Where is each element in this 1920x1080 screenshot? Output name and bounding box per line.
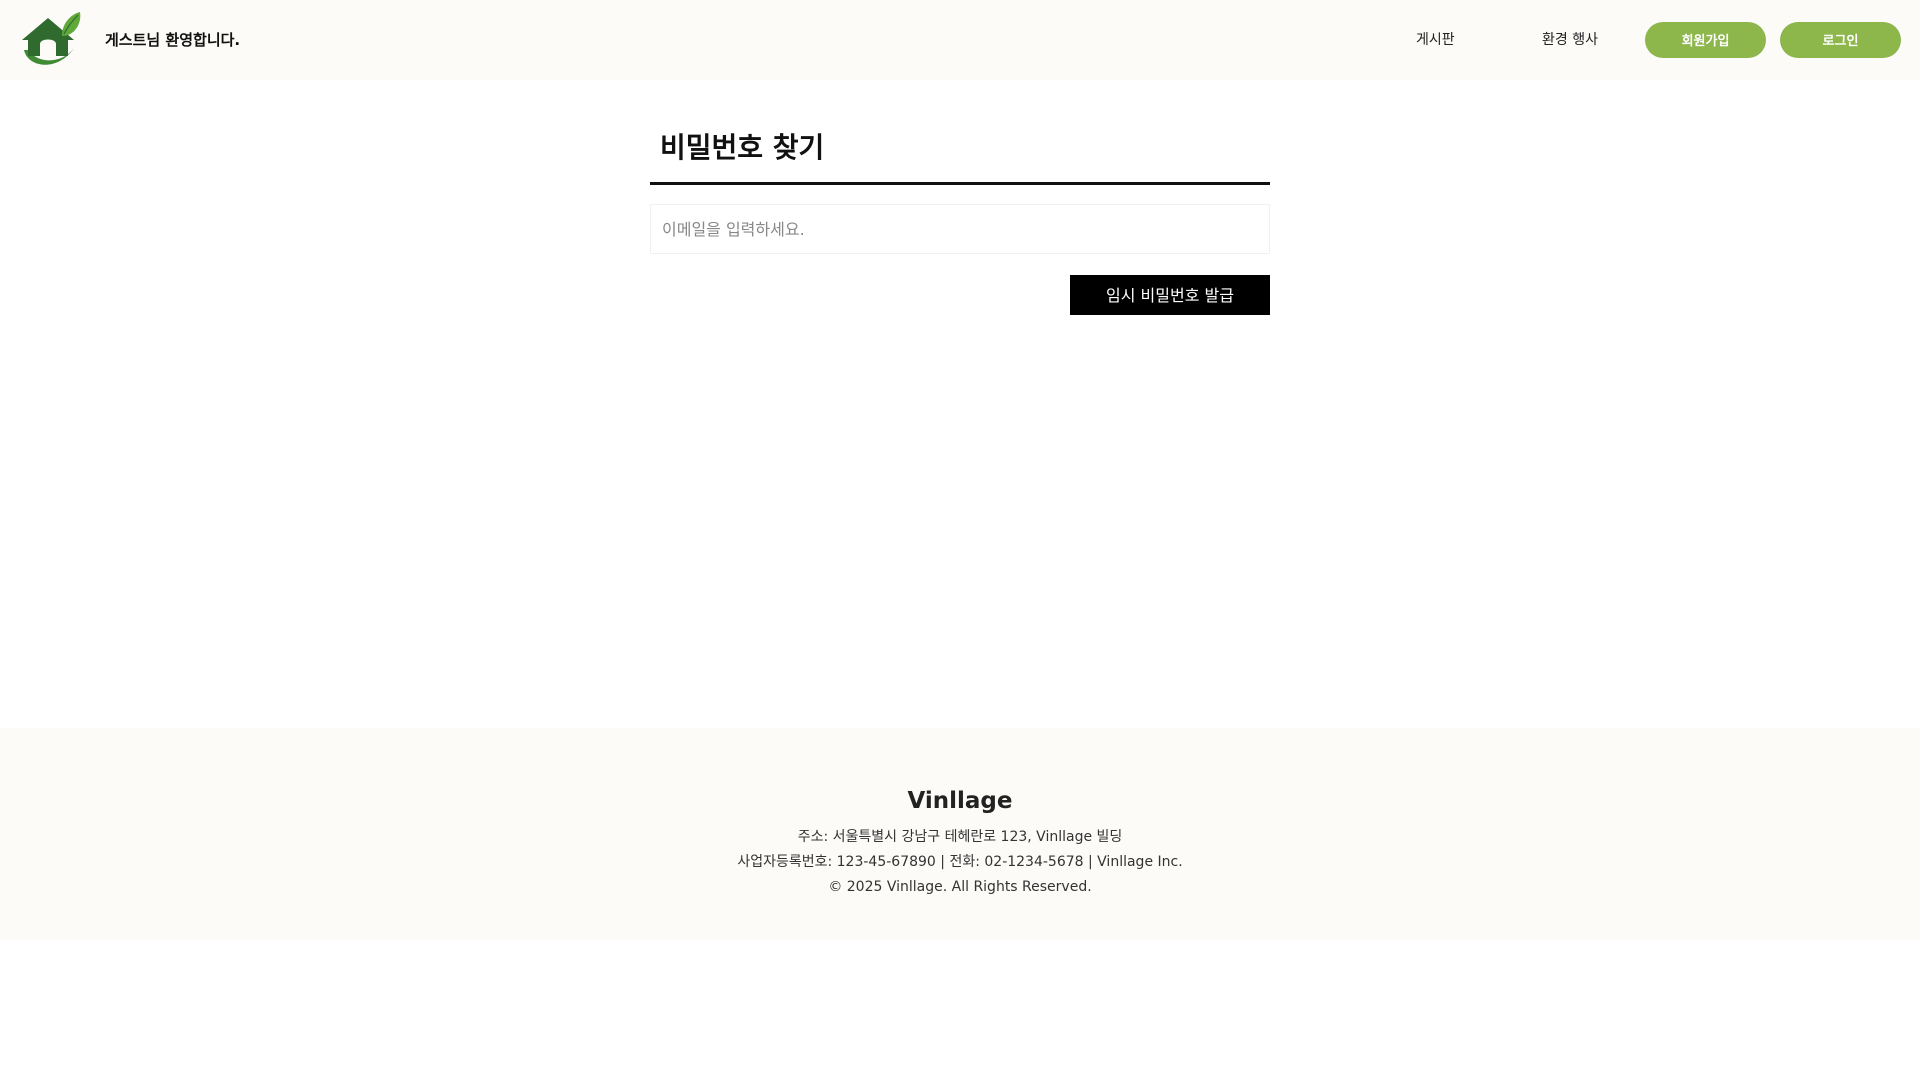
footer-copyright: © 2025 Vinllage. All Rights Reserved. [828,879,1092,895]
issue-temp-password-button[interactable]: 임시 비밀번호 발급 [1070,275,1270,315]
signup-button[interactable]: 회원가입 [1645,22,1766,58]
page-title: 비밀번호 찾기 [660,131,825,164]
footer-address: 주소: 서울특별시 강남구 테헤란로 123, Vinllage 빌딩 [797,829,1123,845]
footer-brand: Vinllage [907,788,1013,814]
nav-link-environment-events[interactable]: 환경 행사 [1542,28,1598,52]
footer-business-info: 사업자등록번호: 123-45-67890 | 전화: 02-1234-5678… [737,854,1183,870]
house-leaf-logo-icon[interactable] [18,10,84,70]
welcome-message: 게스트님 환영합니다. [105,31,241,49]
nav-link-board[interactable]: 게시판 [1416,28,1455,52]
title-divider [650,182,1270,185]
site-footer: Vinllage 주소: 서울특별시 강남구 테헤란로 123, Vinllag… [0,728,1920,940]
login-button[interactable]: 로그인 [1780,22,1901,58]
site-header: 게스트님 환영합니다. 게시판 환경 행사 회원가입 로그인 [0,0,1920,80]
email-input[interactable] [650,204,1270,254]
